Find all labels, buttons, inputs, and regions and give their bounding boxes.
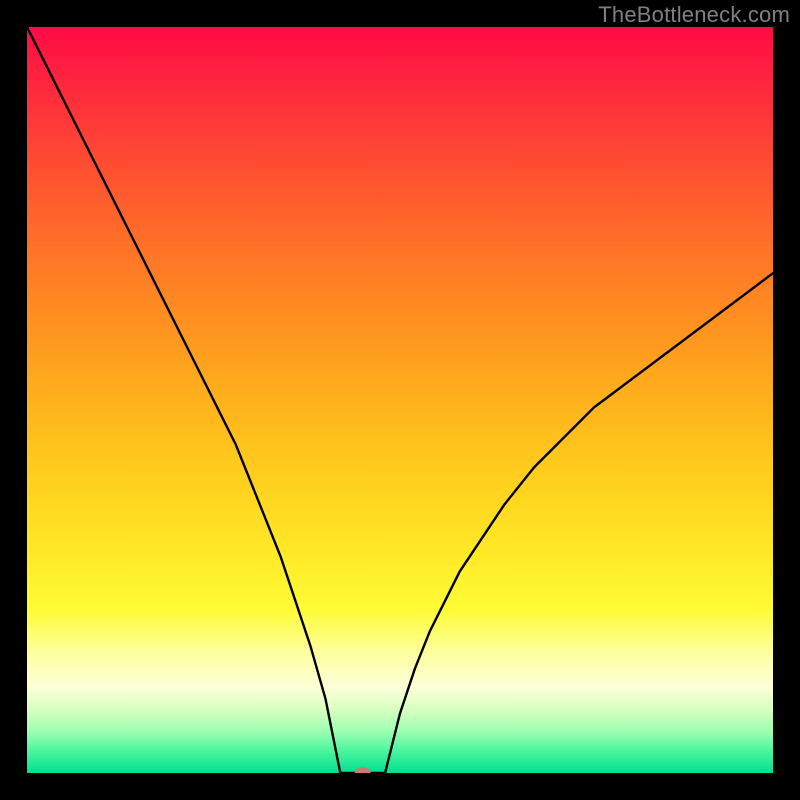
plot-area: [27, 27, 773, 773]
watermark-text: TheBottleneck.com: [598, 2, 790, 28]
chart-container: TheBottleneck.com: [0, 0, 800, 800]
gradient-background: [27, 27, 773, 773]
chart-svg: [27, 27, 773, 773]
